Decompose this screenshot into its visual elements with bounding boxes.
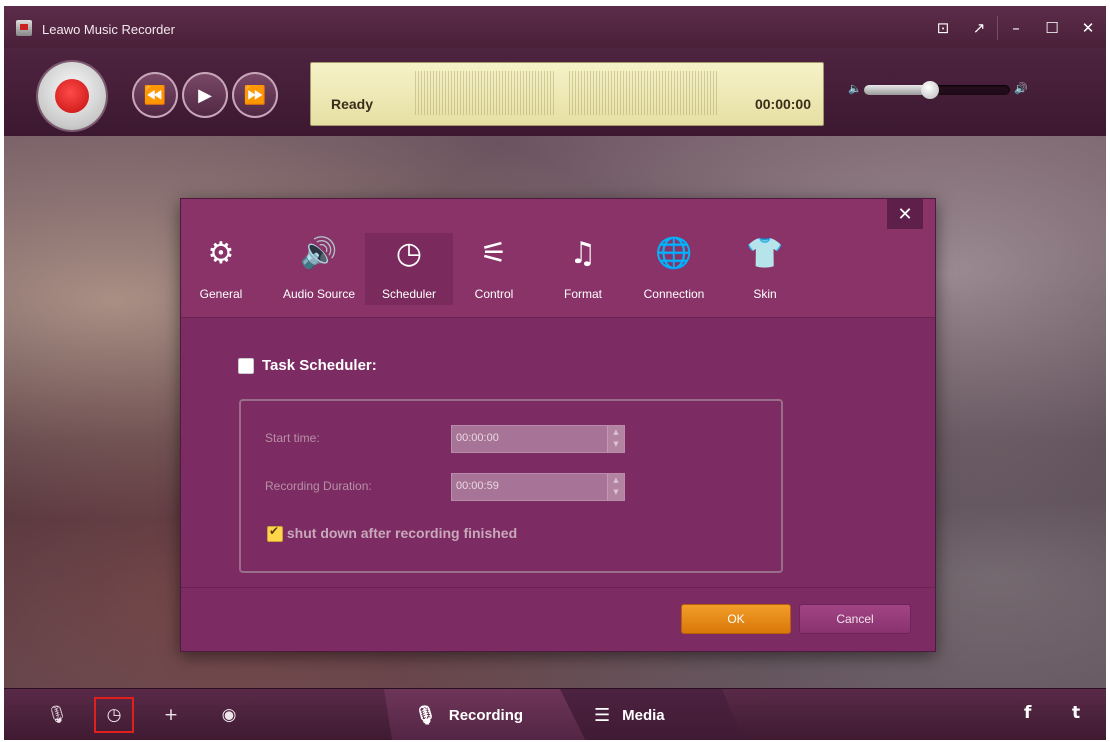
tab-skin[interactable]: 👕 Skin bbox=[737, 233, 793, 305]
time-display: 00:00:00 bbox=[754, 96, 811, 112]
app-title: Leawo Music Recorder bbox=[42, 22, 175, 37]
recording-tab-label: Recording bbox=[448, 706, 524, 724]
disc-icon[interactable]: ◉ bbox=[214, 703, 244, 727]
scheduler-clock-icon[interactable]: ◷ bbox=[94, 697, 134, 733]
cancel-button[interactable]: Cancel bbox=[799, 604, 911, 634]
tab-label: Format bbox=[563, 287, 602, 301]
media-tab-label: Media bbox=[622, 706, 665, 724]
duration-input[interactable]: 00:00:59 ▲ ▼ bbox=[451, 473, 625, 501]
app-logo-icon bbox=[16, 20, 32, 36]
tab-label: Audio Source bbox=[282, 287, 356, 301]
volume-slider[interactable] bbox=[864, 81, 1010, 99]
scheduler-options-group: Start time: 00:00:00 ▲ ▼ Recording Durati… bbox=[239, 399, 783, 573]
globe-icon: 🌐 bbox=[655, 235, 693, 271]
volume-high-icon: 🔊 bbox=[1014, 82, 1028, 95]
ok-button[interactable]: OK bbox=[681, 604, 791, 634]
status-text: Ready bbox=[331, 96, 374, 112]
status-display: Ready 00:00:00 bbox=[310, 62, 824, 126]
tab-connection[interactable]: 🌐 Connection bbox=[629, 233, 719, 305]
tab-control[interactable]: ⚟ Control bbox=[461, 233, 527, 305]
music-file-icon: ♫ bbox=[569, 235, 597, 271]
dialog-close-button[interactable]: ✕ bbox=[887, 199, 923, 229]
tab-label: Control bbox=[474, 287, 514, 301]
maximize-button[interactable]: ☐ bbox=[1034, 16, 1070, 40]
gear-icon: ⚙ bbox=[207, 235, 235, 271]
tab-audio-source[interactable]: 🔊 Audio Source bbox=[271, 233, 367, 305]
player-bar: ⏪ ▶ ⏩ Ready 00:00:00 🔈 🔊 bbox=[4, 48, 1106, 137]
shutdown-checkbox[interactable] bbox=[267, 524, 283, 543]
record-button[interactable] bbox=[38, 62, 106, 130]
volume-knob[interactable] bbox=[920, 81, 939, 99]
task-scheduler-checkbox[interactable] bbox=[238, 358, 254, 375]
shirt-icon: 👕 bbox=[746, 235, 784, 271]
list-icon: ☰ bbox=[594, 704, 611, 726]
equalizer-icon: ⚟ bbox=[480, 235, 508, 271]
minimize-button[interactable]: – bbox=[997, 16, 1034, 40]
spectrum-right bbox=[569, 71, 719, 115]
shutdown-option[interactable]: shut down after recording finished bbox=[267, 524, 518, 543]
tab-format[interactable]: ♫ Format bbox=[553, 233, 613, 305]
window-controls: ⊡ ↗ – ☐ ✕ bbox=[925, 16, 1106, 40]
facebook-icon[interactable]: f bbox=[1024, 703, 1031, 723]
forward-button[interactable]: ⏩ bbox=[232, 72, 278, 118]
duration-value: 00:00:59 bbox=[456, 480, 499, 492]
add-icon[interactable]: + bbox=[156, 703, 186, 727]
bottom-bar: 🎙 ◷ + ◉ 🎙 Recording ☰ Media f t bbox=[4, 688, 1106, 740]
volume-low-icon: 🔈 bbox=[848, 82, 862, 95]
start-time-label: Start time: bbox=[265, 431, 320, 445]
app-window: Leawo Music Recorder ⊡ ↗ – ☐ ✕ ⏪ ▶ ⏩ Rea… bbox=[4, 6, 1106, 740]
start-time-input[interactable]: 00:00:00 ▲ ▼ bbox=[451, 425, 625, 453]
tab-media[interactable]: ☰ Media bbox=[560, 689, 744, 740]
title-bar: Leawo Music Recorder ⊡ ↗ – ☐ ✕ bbox=[4, 6, 1106, 48]
spinner-arrows-icon[interactable]: ▲ ▼ bbox=[607, 426, 624, 452]
tab-scheduler[interactable]: ◷ Scheduler bbox=[365, 233, 453, 305]
dialog-divider bbox=[181, 587, 935, 588]
tab-label: Connection bbox=[643, 287, 705, 301]
speaker-icon: 🔊 bbox=[300, 235, 338, 271]
spinner-arrows-icon[interactable]: ▲ ▼ bbox=[607, 474, 624, 500]
volume-fill bbox=[864, 85, 930, 95]
close-button[interactable]: ✕ bbox=[1070, 16, 1106, 40]
play-button[interactable]: ▶ bbox=[182, 72, 228, 118]
task-scheduler-toggle[interactable]: Task Scheduler: bbox=[238, 357, 377, 375]
rewind-button[interactable]: ⏪ bbox=[132, 72, 178, 118]
tab-general[interactable]: ⚙ General bbox=[193, 233, 249, 305]
tab-label: Scheduler bbox=[381, 287, 437, 301]
shutdown-label: shut down after recording finished bbox=[286, 525, 518, 541]
skin-menu-button[interactable]: ⊡ bbox=[925, 16, 961, 40]
tab-label: General bbox=[199, 287, 243, 301]
task-scheduler-label: Task Scheduler: bbox=[262, 357, 377, 374]
tab-label: Skin bbox=[753, 287, 777, 301]
microphone-icon: 🎙 bbox=[414, 704, 437, 726]
settings-tabs-area: ⚙ General 🔊 Audio Source ◷ Scheduler ⚟ C… bbox=[181, 199, 935, 318]
start-time-value: 00:00:00 bbox=[456, 432, 499, 444]
clock-icon: ◷ bbox=[395, 235, 423, 271]
tab-recording[interactable]: 🎙 Recording bbox=[384, 689, 590, 740]
mini-mode-button[interactable]: ↗ bbox=[961, 16, 997, 40]
record-icon bbox=[55, 79, 89, 113]
tumblr-icon[interactable]: t bbox=[1072, 703, 1080, 723]
spectrum-left bbox=[415, 71, 555, 115]
settings-dialog: ⚙ General 🔊 Audio Source ◷ Scheduler ⚟ C… bbox=[180, 198, 936, 652]
microphone-icon[interactable]: 🎙 bbox=[42, 703, 72, 727]
duration-label: Recording Duration: bbox=[265, 479, 372, 493]
